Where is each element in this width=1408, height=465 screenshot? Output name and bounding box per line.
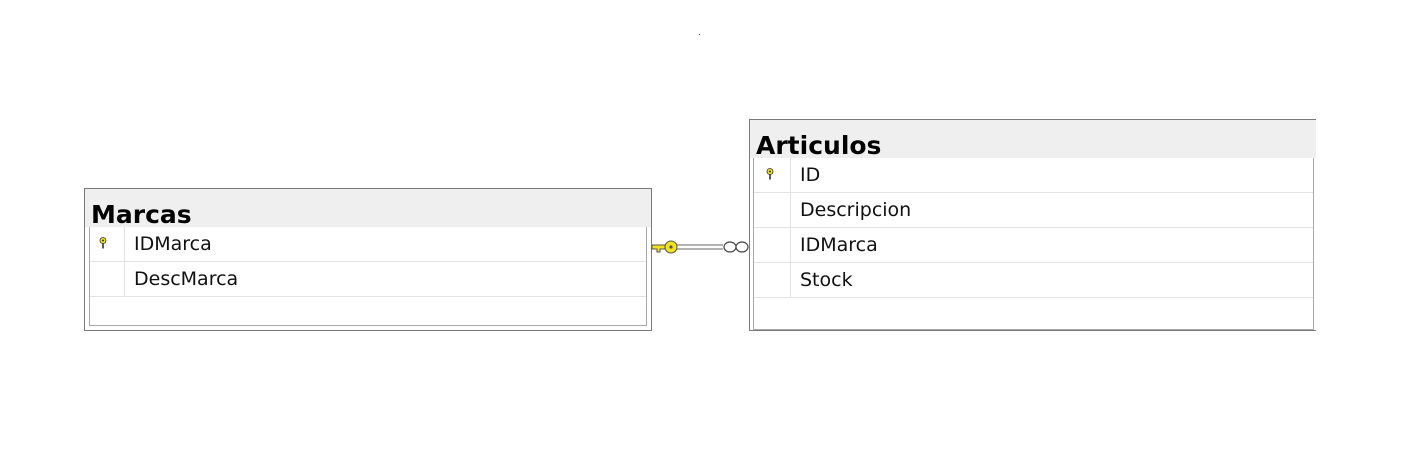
relationship-line[interactable] bbox=[648, 232, 752, 262]
row-selector[interactable] bbox=[754, 158, 791, 192]
infinity-icon bbox=[723, 241, 749, 253]
table-marcas[interactable]: Marcas IDMarca DescMarca bbox=[84, 188, 652, 331]
row-selector[interactable] bbox=[754, 263, 791, 297]
column-row[interactable]: DescMarca bbox=[90, 262, 646, 297]
column-grid: IDMarca DescMarca bbox=[89, 227, 647, 326]
key-icon bbox=[651, 240, 678, 254]
column-name: ID bbox=[800, 164, 821, 186]
column-name: IDMarca bbox=[134, 233, 212, 255]
column-row[interactable]: IDMarca bbox=[90, 227, 646, 262]
column-name: Descripcion bbox=[800, 199, 912, 221]
column-row[interactable]: IDMarca bbox=[754, 228, 1313, 263]
column-row[interactable]: Stock bbox=[754, 263, 1313, 298]
column-row[interactable]: Descripcion bbox=[754, 193, 1313, 228]
row-selector[interactable] bbox=[90, 262, 125, 296]
column-name: Stock bbox=[800, 269, 853, 291]
table-title[interactable]: Marcas bbox=[85, 189, 651, 227]
stray-dot bbox=[699, 34, 700, 35]
table-articulos[interactable]: Articulos ID Descripcion IDMarca Stock bbox=[749, 119, 1316, 331]
primary-key-icon bbox=[766, 168, 774, 180]
row-selector[interactable] bbox=[90, 227, 125, 261]
primary-key-icon bbox=[99, 237, 107, 249]
row-selector[interactable] bbox=[754, 193, 791, 227]
table-title[interactable]: Articulos bbox=[750, 120, 1316, 158]
column-name: DescMarca bbox=[134, 268, 239, 290]
column-grid: ID Descripcion IDMarca Stock bbox=[753, 158, 1314, 330]
row-selector[interactable] bbox=[754, 228, 791, 262]
column-name: IDMarca bbox=[800, 234, 878, 256]
column-row[interactable]: ID bbox=[754, 158, 1313, 193]
